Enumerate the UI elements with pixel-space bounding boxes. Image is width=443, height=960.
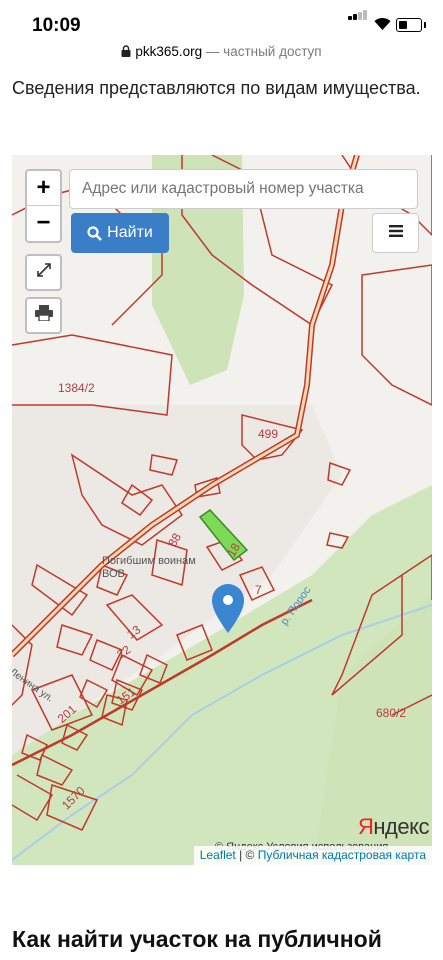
url-domain: pkk365.org (135, 44, 203, 59)
parcel-label: 499 (258, 427, 279, 441)
expand-icon (35, 261, 53, 284)
print-button[interactable] (25, 297, 62, 334)
parcel-label: 1384/2 (58, 381, 95, 395)
parcel-label: 7 (255, 583, 262, 597)
parcel-label: 680/2 (376, 706, 407, 720)
hamburger-menu-icon (388, 224, 403, 242)
menu-button[interactable] (372, 213, 419, 253)
intro-text: Сведения представляются по видам имущест… (12, 78, 421, 98)
printer-icon (34, 305, 53, 326)
pkk-link[interactable]: Публичная кадастровая карта (258, 848, 426, 862)
lock-icon (121, 45, 131, 60)
leaflet-link[interactable]: Leaflet (200, 848, 236, 862)
battery-icon (396, 18, 426, 32)
status-time: 10:09 (32, 15, 81, 36)
url-suffix: — частный доступ (202, 44, 322, 59)
find-button-label: Найти (107, 224, 153, 241)
attribution-separator: | © (235, 848, 258, 862)
yandex-logo: Яндекс (358, 814, 429, 839)
zoom-in-button[interactable]: + (27, 171, 60, 206)
map-attribution: Leaflet | © Публичная кадастровая карта (193, 846, 432, 865)
zoom-control: + − (25, 169, 62, 243)
fullscreen-button[interactable] (25, 254, 62, 291)
search-icon (87, 225, 103, 241)
section-heading: Как найти участок на публичной (12, 926, 382, 952)
status-bar: 10:09 (0, 0, 443, 44)
address-bar[interactable]: pkk365.org — частный доступ (0, 44, 443, 70)
wifi-icon (374, 17, 391, 35)
map-canvas[interactable] (12, 155, 432, 865)
find-button[interactable]: Найти (71, 213, 169, 253)
cadastral-map[interactable]: 1384/2 499 88 18 7 13 22 151 201 1570 68… (12, 155, 432, 865)
poi-label: Погибшим воинам ВОВ (102, 555, 196, 580)
cadastral-search-input[interactable] (69, 169, 418, 209)
zoom-out-button[interactable]: − (27, 206, 60, 240)
